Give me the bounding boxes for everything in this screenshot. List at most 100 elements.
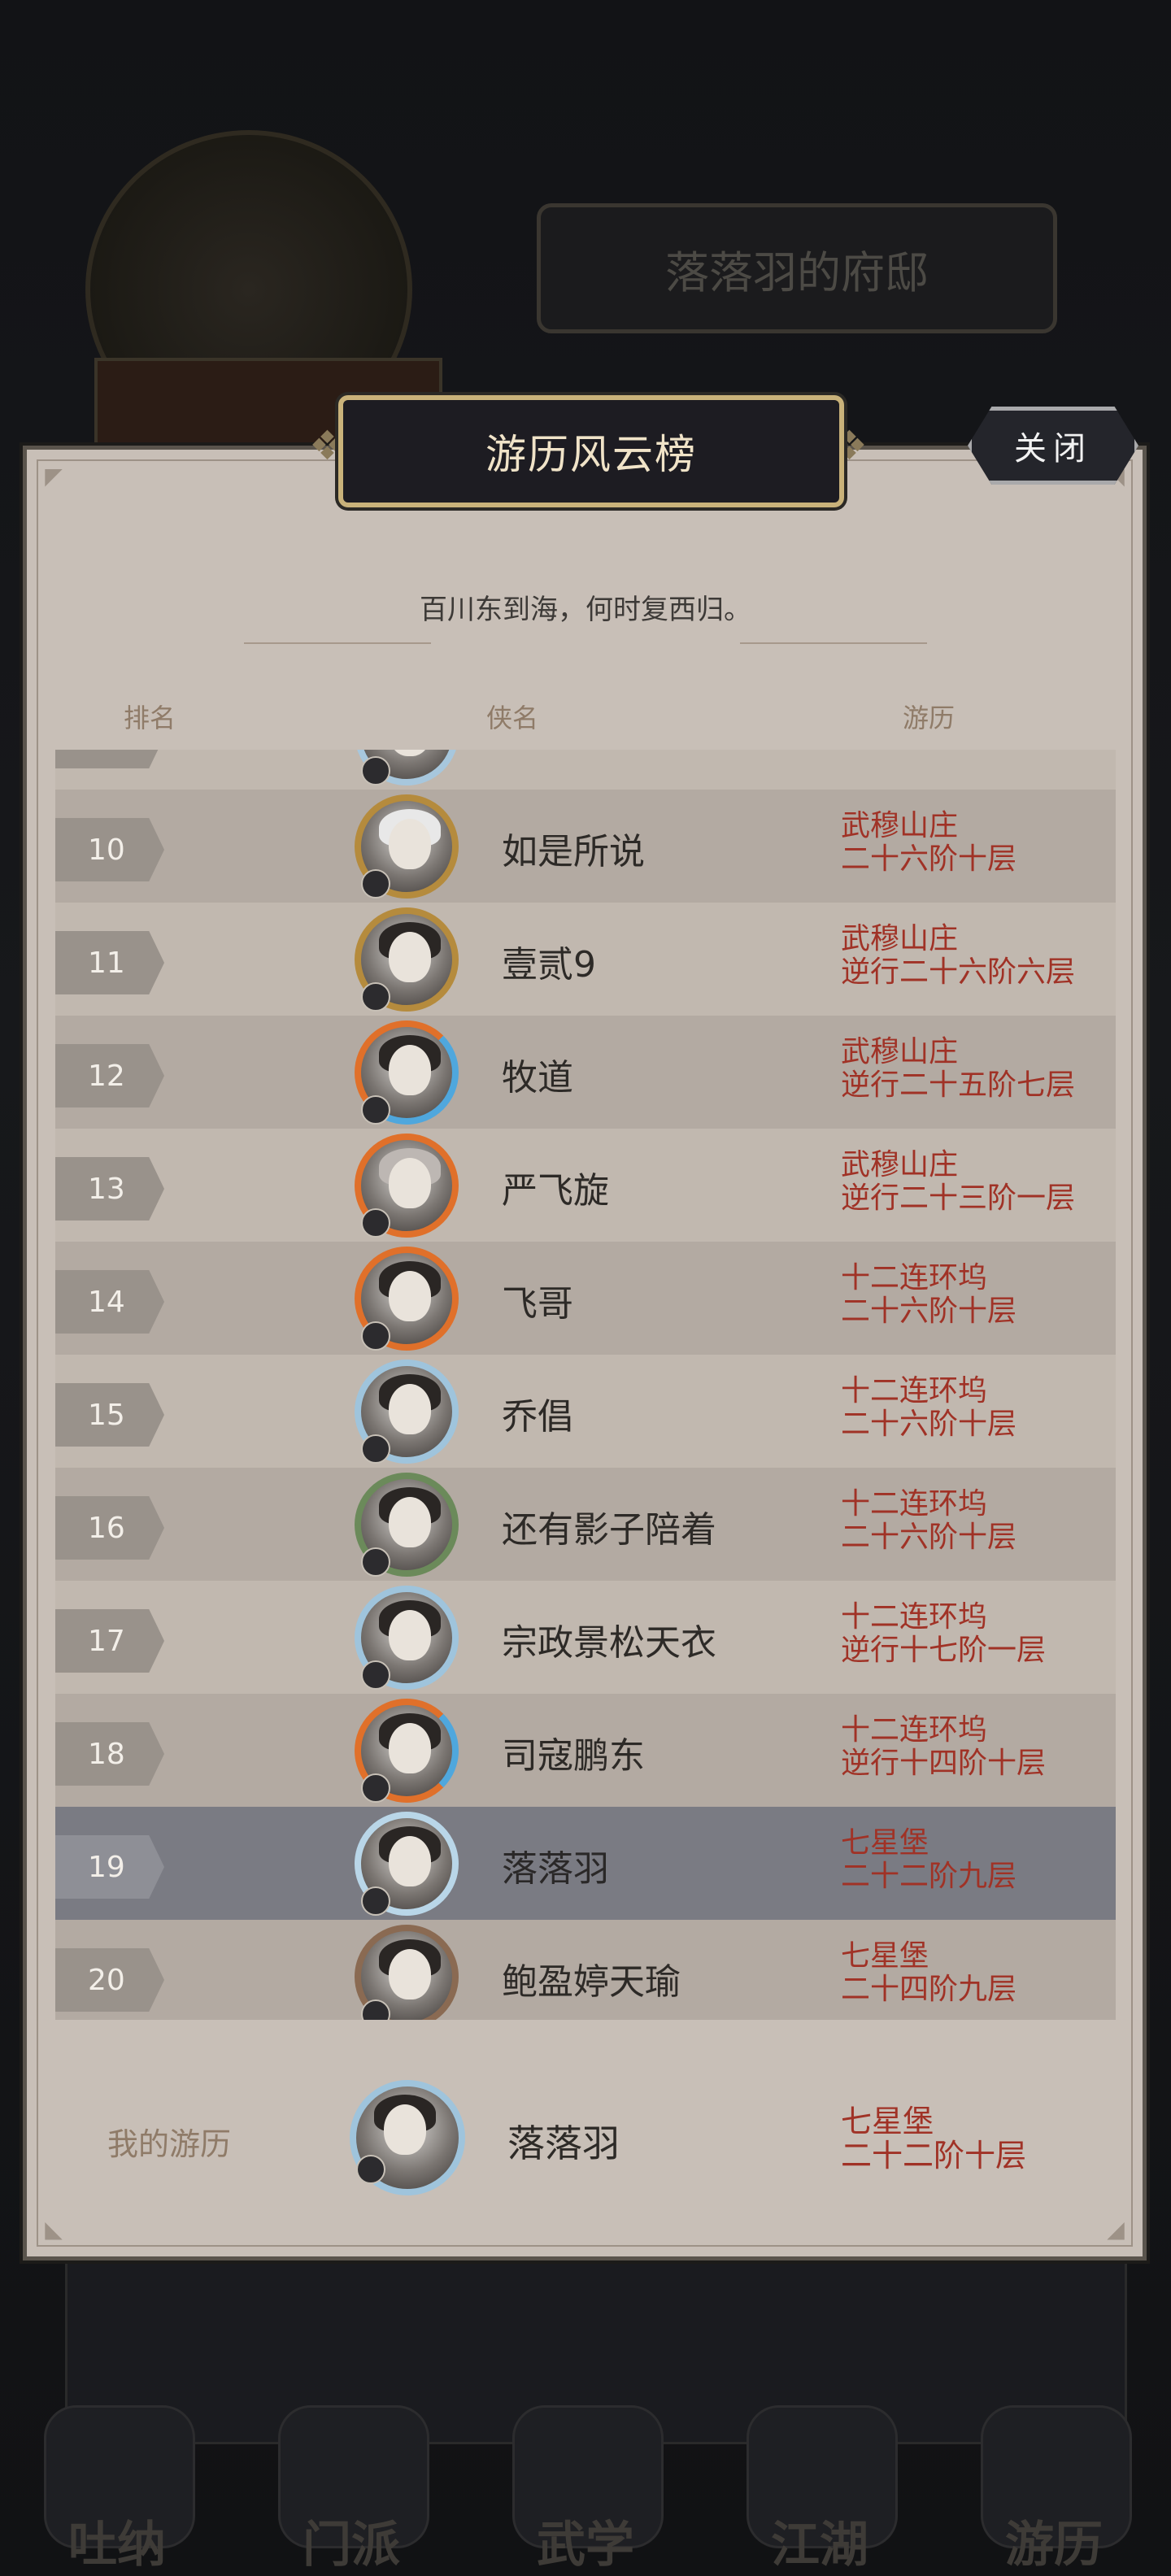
player-name: 落落羽 (507, 2121, 620, 2165)
travel-record: 武穆山庄 二十六阶十层 (841, 809, 1017, 876)
residence-title: 落落羽的府邸 (537, 203, 1057, 333)
leaderboard-subtitle: 百川东到海，何时复西归。 (420, 594, 751, 626)
rank-tag: 19 (55, 1835, 164, 1899)
nav-label: 江湖 (771, 2517, 868, 2574)
travel-record: 十二连环坞 二十六阶十层 (841, 1374, 1017, 1441)
player-name: 司寇鹏东 (502, 1735, 645, 1777)
avatar (355, 1247, 459, 1351)
rank-tag: 10 (55, 818, 164, 881)
travel-record: 十二连环坞 二十六阶十层 (841, 1487, 1017, 1554)
avatar (355, 907, 459, 1012)
nav-breathing[interactable]: 吐纳 (28, 2397, 207, 2576)
nav-label: 门派 (303, 2517, 400, 2574)
avatar (355, 1812, 459, 1916)
column-header-rank: 排名 (124, 703, 176, 733)
badge-icon (356, 2155, 385, 2184)
column-header-record: 游历 (903, 703, 956, 733)
badge-icon (361, 1660, 390, 1690)
player-name: 宗政景松天衣 (502, 1622, 716, 1664)
player-name: 乔倡 (502, 1396, 573, 1438)
badge-icon (361, 1095, 390, 1125)
table-row-current-player[interactable]: 19 落落羽 七星堡 二十二阶九层 (55, 1807, 1116, 1920)
avatar (355, 750, 459, 785)
badge-icon (361, 869, 390, 899)
modal-title: 游历风云榜 (338, 395, 844, 507)
nav-martial-arts[interactable]: 武学 (496, 2397, 675, 2576)
badge-icon (361, 1434, 390, 1464)
avatar (355, 1360, 459, 1464)
player-name: 如是所说 (502, 831, 645, 872)
rank-tag: 18 (55, 1722, 164, 1786)
player-name: 牧道 (502, 1057, 573, 1099)
nav-sect[interactable]: 门派 (262, 2397, 441, 2576)
corner-ornament-icon: ◣ (45, 2216, 63, 2243)
travel-record: 七星堡 二十二阶九层 (841, 1826, 1017, 1893)
rank-tag: 17 (55, 1609, 164, 1673)
table-row[interactable]: 11 壹贰9 武穆山庄 逆行二十六阶六层 (55, 903, 1116, 1016)
avatar (355, 1134, 459, 1238)
nav-jianghu[interactable]: 江湖 (730, 2397, 909, 2576)
nav-label: 游历 (1005, 2517, 1103, 2574)
badge-icon (361, 1321, 390, 1351)
table-row[interactable]: 17 宗政景松天衣 十二连环坞 逆行十七阶一层 (55, 1581, 1116, 1694)
divider (244, 642, 431, 644)
badge-icon (361, 982, 390, 1012)
my-record-label: 我的游历 (107, 2126, 232, 2162)
rank-tag: 9 (55, 750, 164, 768)
divider (740, 642, 927, 644)
travel-record: 十二连环坞 逆行十四阶十层 (841, 1713, 1047, 1780)
avatar (355, 1473, 459, 1577)
travel-record: 武穆山庄 逆行二十六阶六层 (841, 922, 1076, 989)
avatar (355, 1699, 459, 1803)
avatar (355, 1925, 459, 2020)
travel-record: 十二连环坞 二十六阶十层 (841, 1261, 1017, 1328)
rank-tag: 11 (55, 931, 164, 994)
travel-record: 七星堡 二十二阶十层 (841, 2104, 1027, 2174)
table-row[interactable]: 9 (55, 750, 1116, 790)
avatar (355, 794, 459, 899)
close-button[interactable]: 关闭 (968, 407, 1138, 485)
badge-icon (361, 1999, 390, 2020)
player-name: 鲍盈婷天瑜 (502, 1961, 681, 2003)
table-row[interactable]: 14 飞哥 十二连环坞 二十六阶十层 (55, 1242, 1116, 1355)
badge-icon (361, 756, 390, 785)
avatar (355, 1586, 459, 1690)
player-name: 飞哥 (502, 1283, 573, 1325)
travel-record: 武穆山庄 逆行二十五阶七层 (841, 1035, 1076, 1102)
table-row[interactable]: 15 乔倡 十二连环坞 二十六阶十层 (55, 1355, 1116, 1468)
table-row[interactable]: 12 牧道 武穆山庄 逆行二十五阶七层 (55, 1016, 1116, 1129)
column-header-name: 侠名 (486, 703, 539, 733)
player-name: 还有影子陪着 (502, 1509, 716, 1551)
travel-record: 十二连环坞 逆行十七阶一层 (841, 1600, 1047, 1667)
badge-icon (361, 1208, 390, 1238)
corner-ornament-icon: ◤ (45, 463, 63, 490)
table-row[interactable]: 18 司寇鹏东 十二连环坞 逆行十四阶十层 (55, 1694, 1116, 1807)
table-row[interactable]: 16 还有影子陪着 十二连环坞 二十六阶十层 (55, 1468, 1116, 1581)
travel-record: 七星堡 二十四阶九层 (841, 1939, 1017, 2006)
rank-tag: 16 (55, 1496, 164, 1560)
player-name: 严飞旋 (502, 1170, 609, 1212)
nav-travel[interactable]: 游历 (964, 2397, 1143, 2576)
rank-tag: 20 (55, 1948, 164, 2012)
travel-record: 武穆山庄 逆行二十三阶一层 (841, 1148, 1076, 1215)
player-name: 落落羽 (502, 1848, 609, 1890)
rank-tag: 12 (55, 1044, 164, 1107)
player-name: 壹贰9 (502, 944, 596, 986)
rank-tag: 14 (55, 1270, 164, 1334)
table-row[interactable]: 13 严飞旋 武穆山庄 逆行二十三阶一层 (55, 1129, 1116, 1242)
leaderboard-list[interactable]: 9 10 如是所说 武穆山庄二十六阶十层 11 壹贰9 武穆山庄逆行二十六阶六层… (55, 750, 1116, 2020)
nav-label: 武学 (537, 2517, 634, 2574)
avatar (350, 2080, 465, 2195)
corner-ornament-icon: ◢ (1107, 2216, 1125, 2243)
badge-icon (361, 1773, 390, 1803)
my-record-row[interactable]: 我的游历 落落羽 七星堡 二十二阶十层 (55, 2072, 1116, 2204)
badge-icon (361, 1547, 390, 1577)
plaque-ornament-left-icon: ❖ (309, 422, 346, 469)
table-row[interactable]: 20 鲍盈婷天瑜 七星堡 二十四阶九层 (55, 1920, 1116, 2020)
bottom-nav: 吐纳 门派 武学 江湖 游历 (0, 2391, 1171, 2576)
badge-icon (361, 1886, 390, 1916)
rank-tag: 15 (55, 1383, 164, 1447)
table-row[interactable]: 10 如是所说 武穆山庄 二十六阶十层 (55, 790, 1116, 903)
nav-label: 吐纳 (68, 2517, 166, 2574)
avatar (355, 1020, 459, 1125)
